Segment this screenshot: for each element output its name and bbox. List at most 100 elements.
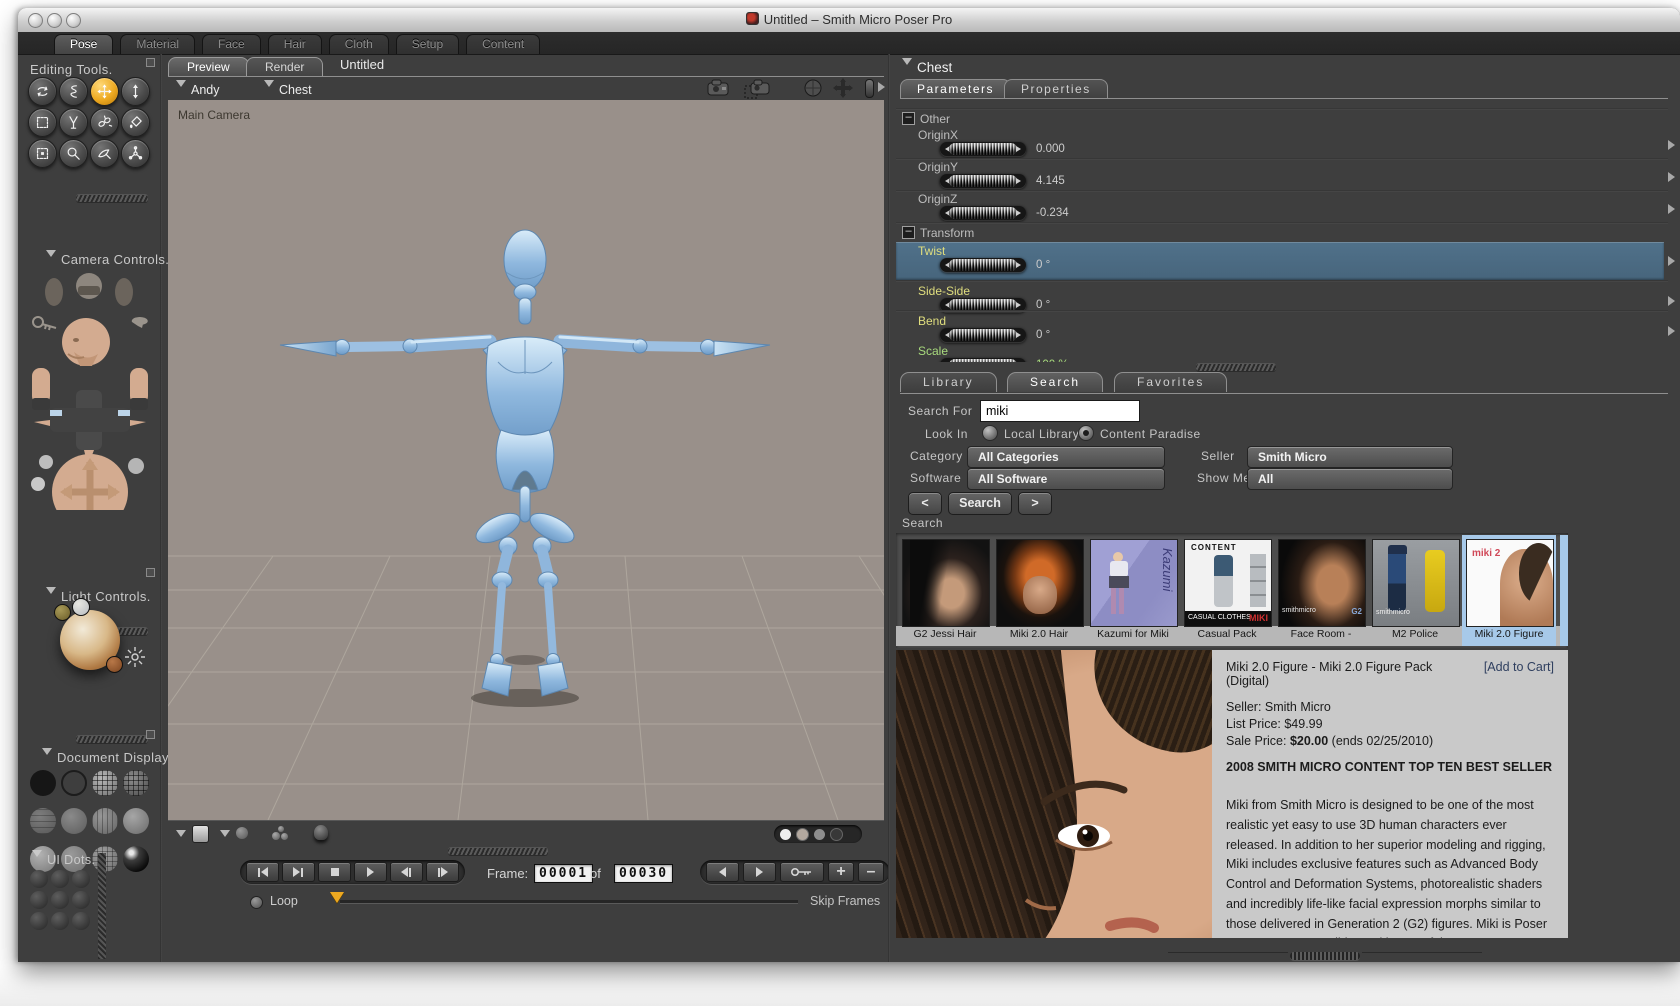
param-originy-dial[interactable] [940, 174, 1026, 188]
result-thumb-face-room[interactable]: smithmicro G2 [1278, 539, 1366, 627]
ui-dot[interactable] [51, 912, 69, 930]
display-wireframe-icon[interactable] [92, 770, 118, 796]
twist-tool-icon[interactable] [59, 77, 88, 106]
panel-resize-grip[interactable] [1196, 364, 1276, 371]
chain-break-tool-icon[interactable] [90, 108, 119, 137]
param-originz-menu-arrow[interactable] [1668, 204, 1680, 214]
category-dropdown[interactable]: All Categories [967, 446, 1165, 468]
camera-select-icon[interactable] [744, 78, 772, 100]
panel-resize-grip[interactable] [76, 736, 148, 743]
actor-menu[interactable]: Andy [176, 80, 220, 97]
scale-tool-icon[interactable] [28, 108, 57, 137]
result-thumb-miki-2-figure[interactable]: miki 2 [1466, 539, 1554, 627]
tracking-menu-icon[interactable] [220, 830, 230, 842]
param-sideside-label[interactable]: Side-Side [918, 284, 970, 298]
tab-pose[interactable]: Pose [54, 34, 114, 54]
param-originz-label[interactable]: OriginZ [918, 192, 957, 206]
color-tool-icon[interactable] [121, 108, 150, 137]
seller-dropdown[interactable]: Smith Micro [1247, 446, 1453, 468]
ui-dot[interactable] [51, 891, 69, 909]
mode-dot-4[interactable] [830, 827, 843, 841]
multi-ball-icon[interactable] [272, 826, 288, 840]
result-thumb-casual-pack[interactable]: CONTENT CASUAL CLOTHES MIKI [1184, 539, 1272, 627]
last-frame-button[interactable] [282, 862, 315, 882]
library-resize-grip[interactable] [1290, 952, 1360, 960]
tab-library[interactable]: Library [900, 372, 997, 392]
param-scale-label[interactable]: Scale [918, 344, 948, 358]
panel-corner-button[interactable] [146, 730, 155, 739]
play-button[interactable] [354, 862, 387, 882]
result-label[interactable]: Face Room - [1277, 628, 1365, 640]
result-thumb-m2-police[interactable]: smithmicro [1372, 539, 1460, 627]
panel-corner-button[interactable] [146, 58, 155, 67]
param-originz-value[interactable]: -0.234 [1036, 207, 1069, 219]
param-originy-value[interactable]: 4.145 [1036, 175, 1065, 187]
param-scale-dial[interactable] [940, 358, 1026, 362]
result-thumb-g2-jessi-hair[interactable] [902, 539, 990, 627]
shaded-ball-icon[interactable] [314, 825, 328, 840]
panel-corner-button[interactable] [146, 568, 155, 577]
param-twist-value[interactable]: 0 ° [1036, 259, 1050, 271]
trackball-icon[interactable] [804, 79, 822, 97]
move-cross-icon[interactable] [832, 78, 854, 98]
light-indicator-2[interactable] [72, 598, 90, 616]
view-magnifier-tool-icon[interactable] [59, 139, 88, 168]
next-key-button[interactable] [743, 862, 776, 882]
delete-key-button[interactable]: – [858, 862, 884, 882]
mode-dot-1[interactable] [780, 828, 791, 840]
param-originx-label[interactable]: OriginX [918, 128, 958, 142]
stop-button[interactable] [318, 862, 351, 882]
camera-name-label[interactable]: Main Camera [178, 108, 250, 122]
grouping-tool-icon[interactable] [28, 139, 57, 168]
ui-dot[interactable] [30, 912, 48, 930]
result-label[interactable]: Kazumi for Miki [1089, 628, 1177, 640]
search-button[interactable]: Search [948, 492, 1012, 515]
tab-render[interactable]: Render [246, 57, 324, 76]
collapse-transform-group[interactable]: – [902, 226, 915, 239]
param-twist-dial[interactable] [940, 258, 1026, 272]
skip-frames-label[interactable]: Skip Frames [810, 894, 880, 908]
search-input[interactable]: miki [980, 400, 1140, 422]
morphing-tool-icon[interactable] [90, 139, 119, 168]
tab-material[interactable]: Material [120, 34, 196, 54]
rotate-tool-icon[interactable] [28, 77, 57, 106]
show-me-dropdown[interactable]: All [1247, 468, 1453, 490]
tab-setup[interactable]: Setup [395, 34, 460, 54]
param-twist-label[interactable]: Twist [918, 244, 945, 258]
param-sideside-menu-arrow[interactable] [1668, 296, 1680, 306]
loop-toggle[interactable] [250, 896, 263, 909]
mode-dot-3[interactable] [814, 828, 825, 840]
result-label[interactable]: Miki 2.0 Hair [995, 628, 1083, 640]
param-bend-label[interactable]: Bend [918, 314, 946, 328]
display-flat-shaded-icon[interactable] [92, 808, 118, 834]
display-flat-lined-icon[interactable] [61, 808, 87, 834]
software-dropdown[interactable]: All Software [967, 468, 1165, 490]
collapse-other-group[interactable]: – [902, 112, 915, 125]
tab-face[interactable]: Face [202, 34, 261, 54]
param-originz-dial[interactable] [940, 206, 1026, 220]
tracking-ball-icon[interactable] [236, 827, 248, 839]
result-label[interactable]: Miki 2.0 Figure [1465, 628, 1553, 640]
prev-page-button[interactable]: < [908, 492, 942, 515]
taper-tool-icon[interactable] [59, 108, 88, 137]
tab-parameters[interactable]: Parameters [900, 79, 1012, 98]
tab-preview[interactable]: Preview [168, 57, 249, 76]
result-thumb-kazumi-for-miki[interactable]: Kazumi [1090, 539, 1178, 627]
ui-dot[interactable] [30, 870, 48, 888]
camera-controls-cluster[interactable] [24, 270, 156, 510]
param-originx-value[interactable]: 0.000 [1036, 143, 1065, 155]
param-originx-menu-arrow[interactable] [1668, 140, 1680, 150]
panel-resize-grip[interactable] [76, 195, 148, 202]
parameters-panel-title[interactable]: Chest [902, 58, 952, 75]
prev-key-button[interactable] [706, 862, 739, 882]
direct-manipulation-tool-icon[interactable] [121, 139, 150, 168]
ui-dot[interactable] [51, 870, 69, 888]
result-label[interactable]: G2 Jessi Hair [901, 628, 989, 640]
ui-dot[interactable] [72, 891, 90, 909]
camera-view-icon[interactable] [706, 78, 732, 98]
display-hidden-line-icon[interactable] [30, 808, 56, 834]
tab-search[interactable]: Search [1007, 372, 1104, 392]
translate-pull-tool-icon[interactable] [90, 77, 119, 106]
param-twist-menu-arrow[interactable] [1668, 256, 1680, 266]
display-silhouette-icon[interactable] [30, 770, 56, 796]
